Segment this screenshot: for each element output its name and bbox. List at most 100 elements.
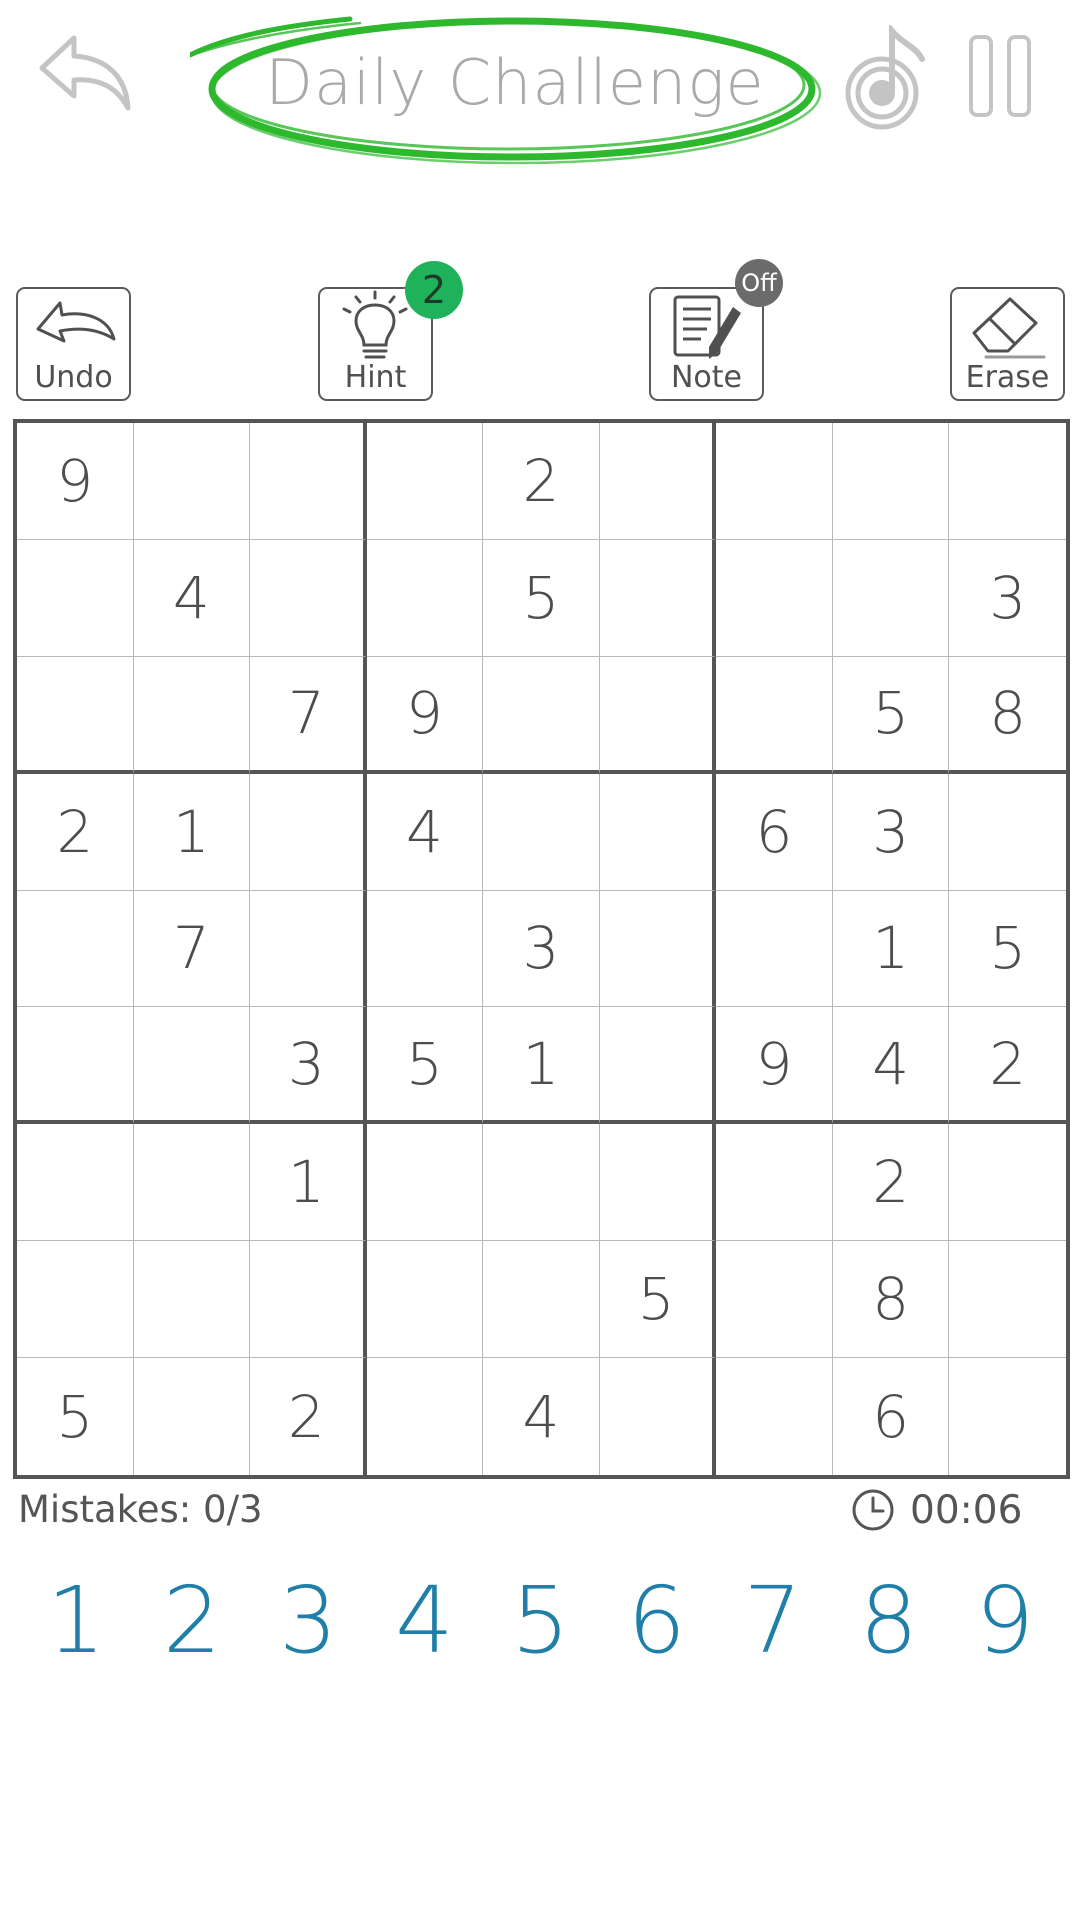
grid-cell[interactable] xyxy=(716,1124,833,1242)
grid-cell[interactable] xyxy=(133,1241,251,1359)
back-button[interactable] xyxy=(36,30,136,120)
grid-cell[interactable] xyxy=(716,1241,833,1359)
grid-cell[interactable] xyxy=(133,1124,251,1242)
grid-cell[interactable] xyxy=(17,890,134,1008)
timer: 00:06 xyxy=(910,1488,1023,1533)
grid-cell[interactable] xyxy=(599,890,717,1008)
grid-cell[interactable] xyxy=(133,1007,251,1125)
grid-cell[interactable] xyxy=(716,539,833,657)
grid-cell[interactable]: 3 xyxy=(832,773,950,891)
grid-cell[interactable] xyxy=(716,1358,833,1475)
grid-cell[interactable] xyxy=(599,773,717,891)
grid-cell[interactable]: 2 xyxy=(17,773,134,891)
grid-cell[interactable]: 5 xyxy=(366,1007,484,1125)
grid-cell[interactable] xyxy=(599,1124,717,1242)
number-button-9[interactable]: 9 xyxy=(947,1560,1063,1680)
grid-cell[interactable]: 7 xyxy=(250,656,367,774)
grid-cell[interactable] xyxy=(17,539,134,657)
grid-cell[interactable] xyxy=(483,773,600,891)
grid-cell[interactable]: 8 xyxy=(832,1241,950,1359)
grid-cell[interactable] xyxy=(133,656,251,774)
grid-cell[interactable]: 5 xyxy=(832,656,950,774)
grid-cell[interactable]: 3 xyxy=(250,1007,367,1125)
grid-cell[interactable] xyxy=(17,656,134,774)
grid-cell[interactable]: 1 xyxy=(250,1124,367,1242)
grid-cell[interactable] xyxy=(600,1358,717,1475)
grid-cell[interactable] xyxy=(949,774,1066,891)
grid-cell[interactable] xyxy=(599,539,717,657)
grid-cell[interactable] xyxy=(716,890,833,1008)
grid-cell[interactable]: 9 xyxy=(366,656,484,774)
number-button-2[interactable]: 2 xyxy=(134,1560,250,1680)
number-button-1[interactable]: 1 xyxy=(18,1560,134,1680)
grid-cell[interactable] xyxy=(17,1007,134,1125)
grid-cell[interactable] xyxy=(832,539,950,657)
grid-cell[interactable] xyxy=(366,423,484,540)
hint-label: Hint xyxy=(344,360,407,395)
grid-cell[interactable]: 1 xyxy=(133,773,251,891)
number-button-8[interactable]: 8 xyxy=(831,1560,947,1680)
number-button-6[interactable]: 6 xyxy=(599,1560,715,1680)
grid-cell[interactable] xyxy=(949,423,1066,540)
grid-cell[interactable] xyxy=(949,1241,1066,1359)
grid-cell[interactable] xyxy=(366,890,484,1008)
grid-cell[interactable] xyxy=(599,423,717,540)
grid-cell[interactable] xyxy=(366,1241,484,1359)
grid-cell[interactable] xyxy=(250,423,367,540)
grid-cell[interactable] xyxy=(716,423,833,540)
grid-cell[interactable]: 4 xyxy=(832,1007,950,1125)
grid-cell[interactable]: 9 xyxy=(17,423,134,540)
grid-cell[interactable] xyxy=(483,656,600,774)
grid-cell[interactable] xyxy=(832,423,950,540)
grid-cell[interactable]: 9 xyxy=(716,1007,833,1125)
undo-icon xyxy=(36,301,116,343)
grid-cell[interactable]: 2 xyxy=(949,1007,1066,1125)
grid-cell[interactable]: 1 xyxy=(483,1007,600,1125)
grid-cell[interactable]: 6 xyxy=(716,773,833,891)
number-button-3[interactable]: 3 xyxy=(250,1560,366,1680)
grid-cell[interactable] xyxy=(949,1124,1066,1242)
grid-cell[interactable] xyxy=(17,1241,134,1359)
grid-cell[interactable]: 5 xyxy=(483,539,600,657)
grid-cell[interactable] xyxy=(483,1124,600,1242)
grid-cell[interactable] xyxy=(250,1241,367,1359)
grid-cell[interactable] xyxy=(366,539,484,657)
number-button-4[interactable]: 4 xyxy=(366,1560,482,1680)
grid-cell[interactable] xyxy=(250,890,367,1008)
grid-cell[interactable] xyxy=(250,773,367,891)
grid-cell[interactable] xyxy=(367,1358,484,1475)
grid-cell[interactable]: 2 xyxy=(483,423,600,540)
grid-cell[interactable]: 2 xyxy=(832,1124,950,1242)
clock-icon xyxy=(852,1489,894,1531)
grid-cell[interactable] xyxy=(599,1007,717,1125)
number-button-5[interactable]: 5 xyxy=(482,1560,598,1680)
grid-cell[interactable]: 2 xyxy=(250,1358,367,1475)
erase-label: Erase xyxy=(965,360,1050,395)
grid-cell[interactable] xyxy=(250,539,367,657)
grid-cell[interactable]: 5 xyxy=(949,891,1066,1008)
grid-cell[interactable] xyxy=(483,1241,600,1359)
number-button-7[interactable]: 7 xyxy=(715,1560,831,1680)
grid-cell[interactable]: 4 xyxy=(133,539,251,657)
grid-cell[interactable]: 3 xyxy=(949,540,1066,657)
grid-cell[interactable]: 4 xyxy=(483,1358,600,1475)
grid-cell[interactable]: 8 xyxy=(949,657,1066,774)
grid-cell[interactable]: 6 xyxy=(833,1358,950,1475)
grid-cell[interactable] xyxy=(17,1124,134,1242)
grid-cell[interactable] xyxy=(716,656,833,774)
grid-cell[interactable]: 7 xyxy=(133,890,251,1008)
grid-cell[interactable]: 1 xyxy=(832,890,950,1008)
grid-cell[interactable]: 5 xyxy=(599,1241,717,1359)
pause-button[interactable] xyxy=(968,34,1032,118)
grid-cell[interactable]: 5 xyxy=(17,1358,134,1475)
undo-button[interactable]: Undo xyxy=(16,287,131,401)
erase-button[interactable]: Erase xyxy=(950,287,1065,401)
grid-cell[interactable]: 3 xyxy=(483,890,600,1008)
grid-cell[interactable] xyxy=(133,423,251,540)
grid-cell[interactable] xyxy=(599,656,717,774)
music-button[interactable] xyxy=(840,22,930,130)
grid-cell[interactable] xyxy=(134,1358,251,1475)
grid-cell[interactable] xyxy=(949,1358,1066,1475)
grid-cell[interactable] xyxy=(366,1124,484,1242)
grid-cell[interactable]: 4 xyxy=(366,773,484,891)
